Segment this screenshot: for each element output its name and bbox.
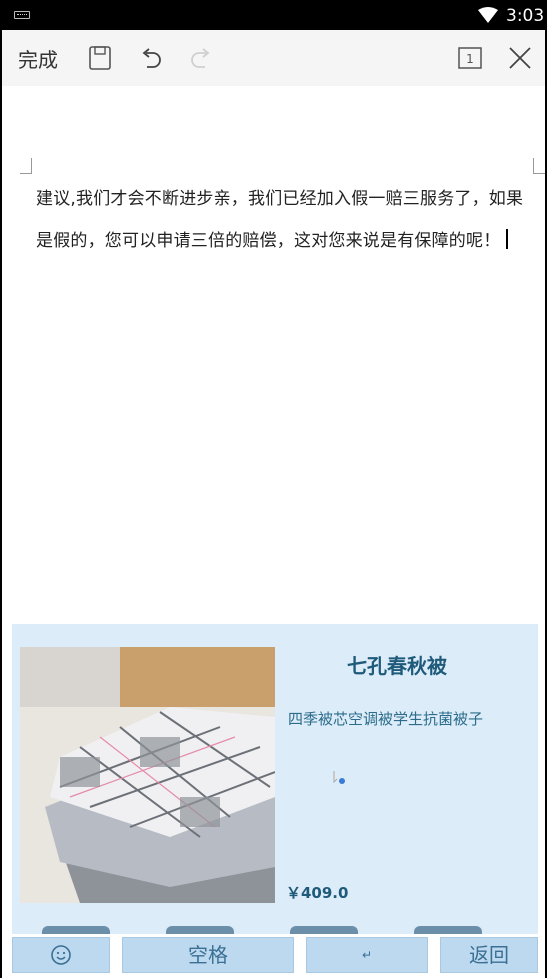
close-icon[interactable]	[506, 44, 534, 72]
wifi-icon	[478, 7, 498, 23]
crop-mark-left	[20, 158, 32, 174]
keyboard-icon	[14, 11, 30, 19]
undo-icon[interactable]	[137, 44, 165, 72]
done-button[interactable]: 完成	[18, 44, 58, 73]
keyboard-bar: 空格 ↵ 返回	[2, 934, 545, 978]
document-line: 是假的，您可以申请三倍的赔偿，这对您来说是有保障的呢！	[36, 231, 501, 251]
product-title: 七孔春秋被	[347, 654, 447, 678]
back-button[interactable]: 返回	[440, 937, 538, 973]
card-tab[interactable]	[290, 926, 358, 934]
phone-screen: 3:03 完成 1 建议,我们才会不断进步亲，我们已经加入假一赔三服务了，如果	[0, 0, 547, 978]
document-area[interactable]: 建议,我们才会不断进步亲，我们已经加入假一赔三服务了，如果 是假的，您可以申请三…	[2, 86, 545, 624]
enter-button[interactable]: ↵	[306, 937, 428, 973]
card-tab[interactable]	[166, 926, 234, 934]
crop-mark-right	[533, 158, 545, 174]
product-price: ￥409.0	[286, 884, 349, 902]
cursor-icon	[333, 771, 345, 784]
status-bar: 3:03	[2, 0, 545, 30]
redo-icon[interactable]	[187, 44, 215, 72]
space-button[interactable]: 空格	[122, 937, 294, 973]
product-card[interactable]: 七孔春秋被 四季被芯空调被学生抗菌被子 ￥409.0	[12, 624, 538, 934]
document-text[interactable]: 建议,我们才会不断进步亲，我们已经加入假一赔三服务了，如果 是假的，您可以申请三…	[36, 178, 542, 262]
document-line: 建议,我们才会不断进步亲，我们已经加入假一赔三服务了，如果	[36, 189, 524, 209]
text-caret	[506, 229, 509, 249]
editor-toolbar: 完成 1	[2, 30, 545, 86]
product-subtitle: 四季被芯空调被学生抗菌被子	[288, 710, 484, 728]
status-time: 3:03	[506, 6, 545, 26]
document-line-last: 是假的，您可以申请三倍的赔偿，这对您来说是有保障的呢！	[36, 220, 542, 262]
product-image	[20, 647, 275, 903]
page-count: 1	[466, 52, 474, 66]
card-tab[interactable]	[414, 926, 482, 934]
card-tab[interactable]	[42, 926, 110, 934]
save-icon[interactable]	[86, 44, 114, 72]
page-count-icon[interactable]: 1	[456, 44, 484, 72]
emoji-button[interactable]	[12, 937, 110, 973]
emoji-icon	[51, 945, 71, 965]
